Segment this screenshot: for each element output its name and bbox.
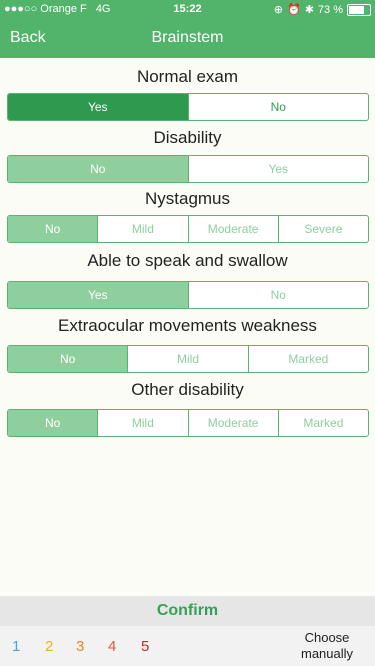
extraocular-selector: No Mild Marked [7, 345, 369, 373]
battery-icon [347, 3, 371, 16]
lock-rotation-icon: ⊕ [273, 4, 283, 16]
bluetooth-icon: ✱ [304, 4, 314, 16]
status-icons: ⊕ ⏰ ✱ 73 % [274, 3, 371, 16]
nystagmus-option-mild[interactable]: Mild [97, 216, 187, 242]
nystagmus-option-severe[interactable]: Severe [277, 216, 368, 242]
score-option-4[interactable]: 4 [108, 638, 116, 655]
app-header: ●●●○○ Orange F 4G 15:22 ⊕ ⏰ ✱ 73 % Back … [0, 0, 375, 58]
nystagmus-selector: No Mild Moderate Severe [7, 215, 369, 243]
section-title-disability: Disability [153, 128, 222, 147]
battery-percent: 73 % [317, 3, 343, 16]
other-disability-option-moderate[interactable]: Moderate [187, 410, 278, 436]
speak-swallow-selector: Yes No [7, 281, 369, 309]
nystagmus-option-moderate[interactable]: Moderate [187, 216, 278, 242]
status-bar: ●●●○○ Orange F 4G 15:22 ⊕ ⏰ ✱ 73 % [0, 0, 375, 18]
confirm-bar: Confirm [0, 596, 375, 626]
section-title-other-disability: Other disability [131, 380, 244, 399]
speak-swallow-option-no[interactable]: No [187, 282, 369, 308]
alarm-icon: ⏰ [287, 4, 301, 16]
normal-exam-option-yes[interactable]: Yes [8, 94, 188, 120]
choose-manually-button[interactable]: Choose manually [297, 630, 357, 662]
score-option-5[interactable]: 5 [141, 638, 149, 655]
normal-exam-option-no[interactable]: No [187, 94, 369, 120]
extraocular-option-mild[interactable]: Mild [127, 346, 247, 372]
score-option-2[interactable]: 2 [45, 638, 53, 655]
extraocular-option-marked[interactable]: Marked [247, 346, 368, 372]
score-option-3[interactable]: 3 [76, 638, 84, 655]
other-disability-option-mild[interactable]: Mild [97, 410, 187, 436]
section-title-speak-swallow: Able to speak and swallow [87, 251, 288, 270]
section-title-nystagmus: Nystagmus [144, 189, 231, 208]
section-title-extraocular: Extraocular movements weakness [58, 316, 317, 335]
disability-selector: No Yes [7, 155, 369, 183]
confirm-button[interactable]: Confirm [157, 602, 218, 620]
other-disability-option-no[interactable]: No [8, 410, 98, 436]
extraocular-option-no[interactable]: No [8, 346, 128, 372]
disability-option-yes[interactable]: Yes [187, 156, 369, 182]
page-title: Brainstem [151, 29, 224, 46]
speak-swallow-option-yes[interactable]: Yes [8, 282, 188, 308]
score-bar: 1 2 3 4 5 Choose manually [0, 626, 375, 666]
score-option-1[interactable]: 1 [12, 638, 20, 655]
section-title-normal-exam: Normal exam [136, 67, 239, 86]
nystagmus-option-no[interactable]: No [8, 216, 98, 242]
normal-exam-selector: Yes No [7, 93, 369, 121]
disability-option-no[interactable]: No [8, 156, 188, 182]
other-disability-selector: No Mild Moderate Marked [7, 409, 369, 437]
other-disability-option-marked[interactable]: Marked [277, 410, 368, 436]
